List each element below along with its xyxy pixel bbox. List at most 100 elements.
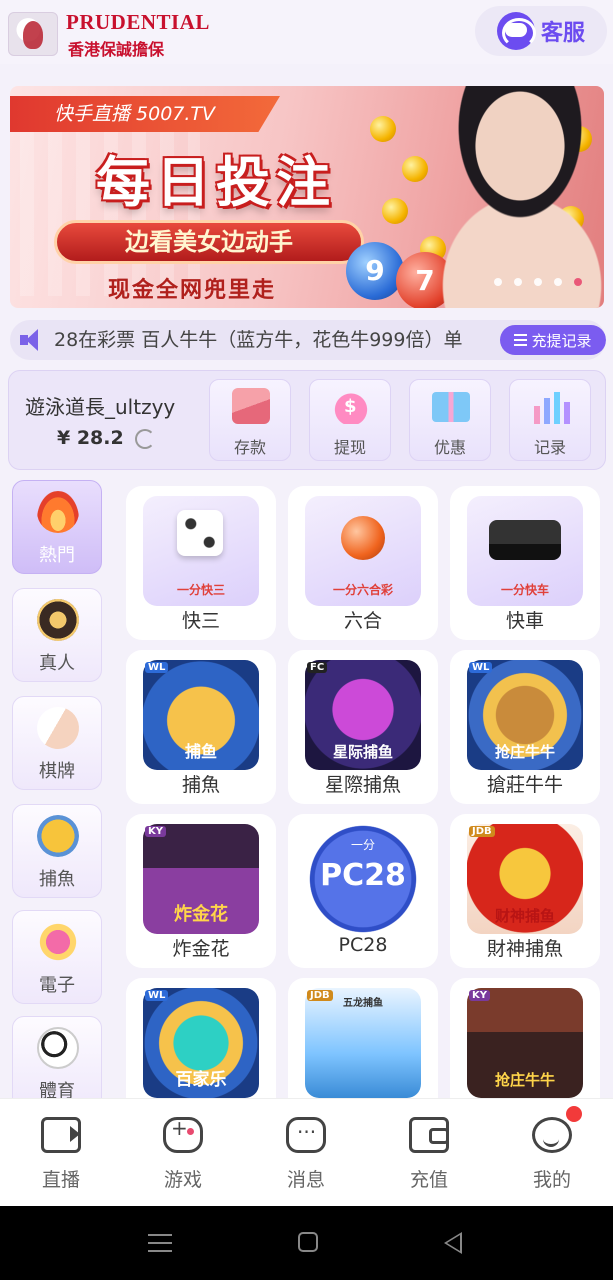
gift-icon	[432, 392, 470, 422]
category-hot[interactable]: 熱門	[12, 480, 102, 574]
customer-service-label: 客服	[540, 21, 585, 46]
brand-mark-icon	[8, 12, 58, 56]
thumbnail-caption: 捕鱼	[184, 742, 217, 761]
category-label: 真人	[39, 653, 75, 674]
recent-apps-icon[interactable]	[148, 1234, 172, 1252]
game-tile-kuaisan[interactable]: 一分快三 快三	[126, 486, 276, 640]
game-thumbnail: 一分快三	[143, 496, 259, 606]
casino-chip-icon	[37, 599, 79, 641]
category-label: 棋牌	[39, 761, 75, 782]
card-icon	[232, 388, 270, 424]
coin-icon	[382, 198, 408, 224]
home-icon[interactable]	[298, 1232, 318, 1252]
tab-messages[interactable]: 消息	[245, 1099, 367, 1207]
thumbnail-caption: 抢庄牛牛	[494, 1071, 555, 1089]
carousel-dot[interactable]	[534, 278, 542, 286]
deposit-withdraw-records-button[interactable]: 充提记录	[500, 325, 606, 355]
back-icon[interactable]	[444, 1232, 462, 1254]
game-thumbnail: FC 星际捕鱼	[305, 660, 421, 770]
thumbnail-caption: 抢庄牛牛	[494, 743, 555, 761]
chat-bubble-icon	[286, 1114, 326, 1153]
thumbnail-caption: 一分快三	[176, 583, 225, 597]
tab-profile[interactable]: 我的	[491, 1099, 613, 1207]
promo-banner[interactable]: 快手直播 5007.TV 每日投注 边看美女边动手 现金全网兜里走 9 7	[10, 86, 604, 308]
thumbnail-caption: PC28	[320, 858, 406, 893]
prudential-logo: PRUDENTIAL 香港保誠擔保	[8, 8, 209, 59]
thumbnail-subtitle: 一分	[350, 838, 375, 852]
game-tile-caishen-fishing[interactable]: JDB 财神捕鱼 財神捕魚	[450, 814, 600, 968]
announcement-text: 28在彩票 百人牛牛（蓝方牛，花色牛999倍）单	[54, 329, 463, 351]
carousel-dot[interactable]	[514, 278, 522, 286]
category-cards[interactable]: 棋牌	[12, 696, 102, 790]
tab-live[interactable]: 直播	[0, 1099, 122, 1207]
quick-action-label: 存款	[233, 438, 266, 457]
game-thumbnail: 一分快车	[467, 496, 583, 606]
carousel-dot[interactable]	[494, 278, 502, 286]
brand-name: PRUDENTIAL	[66, 10, 210, 34]
thumbnail-caption: 五龙捕鱼	[343, 998, 383, 1009]
carousel-dot-active[interactable]	[574, 278, 582, 286]
announcement-marquee[interactable]: 28在彩票 百人牛牛（蓝方牛，花色牛999倍）单 充提记录	[10, 320, 606, 360]
category-fishing[interactable]: 捕魚	[12, 804, 102, 898]
quick-action-deposit[interactable]: 存款	[209, 379, 291, 461]
category-sports[interactable]: 體育	[12, 1016, 102, 1110]
game-name: 炸金花	[172, 938, 230, 960]
tab-games[interactable]: 游戏	[122, 1099, 244, 1207]
gamepad-icon	[163, 1116, 203, 1153]
game-name: 捕魚	[181, 774, 220, 796]
carousel-dot[interactable]	[554, 278, 562, 286]
game-tile-fishing[interactable]: WL 捕鱼 捕魚	[126, 650, 276, 804]
video-camera-icon	[41, 1117, 81, 1153]
quick-action-withdraw[interactable]: 提现	[309, 379, 391, 461]
thumbnail-caption: 星际捕鱼	[332, 743, 393, 761]
game-name: 快三	[181, 610, 220, 632]
game-tile-zhajinhua[interactable]: KY 炸金花 炸金花	[126, 814, 276, 968]
thumbnail-caption: 财神捕鱼	[494, 907, 555, 925]
provider-badge: FC	[307, 662, 328, 673]
playing-card-icon	[32, 702, 84, 754]
game-tile-star-fishing[interactable]: FC 星际捕鱼 星際捕魚	[288, 650, 438, 804]
money-bag-icon	[332, 388, 370, 424]
quick-action-promotions[interactable]: 优惠	[409, 379, 491, 461]
user-wallet-panel: 遊泳道長_ultzyy ¥ 28.2 存款 提现 优惠 记录	[8, 370, 606, 470]
game-tile-liuhe[interactable]: 一分六合彩 六合	[288, 486, 438, 640]
game-name: PC28	[338, 934, 388, 956]
tab-label: 我的	[532, 1169, 571, 1191]
tab-recharge[interactable]: 充值	[368, 1099, 490, 1207]
game-thumbnail: WL 捕鱼	[143, 660, 259, 770]
banner-tagline: 现金全网兜里走	[108, 278, 277, 303]
records-button-label: 充提记录	[531, 331, 592, 350]
customer-service-button[interactable]: 客服	[475, 6, 607, 56]
category-label: 電子	[39, 975, 75, 996]
banner-title: 每日投注	[96, 151, 336, 214]
game-name: 快車	[505, 610, 544, 632]
category-slots[interactable]: 電子	[12, 910, 102, 1004]
bottom-tab-bar: 直播 游戏 消息 充值 我的	[0, 1098, 613, 1206]
category-live[interactable]: 真人	[12, 588, 102, 682]
banner-model-image	[440, 86, 604, 308]
quick-action-records[interactable]: 记录	[509, 379, 591, 461]
quick-action-label: 记录	[533, 438, 566, 457]
refresh-icon[interactable]	[135, 429, 155, 449]
system-navigation-bar	[0, 1206, 613, 1280]
wallet-icon	[409, 1117, 449, 1153]
game-thumbnail: JDB 五龙捕鱼	[305, 988, 421, 1098]
game-thumbnail: KY 抢庄牛牛	[467, 988, 583, 1098]
game-thumbnail: JDB 财神捕鱼	[467, 824, 583, 934]
soccer-ball-icon	[37, 1027, 79, 1069]
carousel-indicator	[494, 278, 582, 286]
thumbnail-caption: 一分六合彩	[332, 583, 393, 597]
provider-badge: WL	[145, 662, 169, 673]
fish-icon	[37, 815, 79, 857]
game-tile-banker-niuniu[interactable]: WL 抢庄牛牛 搶莊牛牛	[450, 650, 600, 804]
thumbnail-caption: 炸金花	[174, 904, 228, 925]
thumbnail-caption: 一分快车	[500, 583, 549, 597]
provider-badge: WL	[145, 990, 169, 1001]
game-thumbnail: KY 炸金花	[143, 824, 259, 934]
game-tile-kuaiche[interactable]: 一分快车 快車	[450, 486, 600, 640]
game-thumbnail: WL 百家乐	[143, 988, 259, 1098]
thumbnail-caption: 百家乐	[175, 1070, 227, 1090]
game-tile-pc28[interactable]: 一分 PC28 PC28	[288, 814, 438, 968]
coin-icon	[370, 116, 396, 142]
tab-label: 消息	[286, 1169, 325, 1191]
